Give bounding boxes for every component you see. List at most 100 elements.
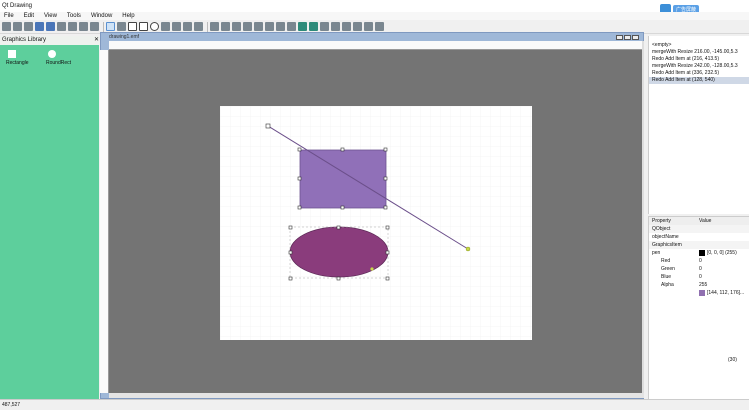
roundrect-shape-icon	[48, 50, 56, 58]
close-icon[interactable]	[632, 35, 639, 40]
property-key	[649, 289, 699, 297]
rectangle-shape[interactable]	[299, 149, 387, 209]
minimize-icon[interactable]	[616, 35, 623, 40]
same-width-icon[interactable]	[276, 22, 285, 31]
horizontal-space-icon[interactable]	[342, 22, 351, 31]
property-value[interactable]: [144, 112, 176]...	[699, 289, 749, 297]
property-panel: Property Value QObject objectName Graphi…	[648, 216, 749, 399]
brush-color-text: [144, 112, 176]...	[707, 290, 745, 296]
undo-item[interactable]: Redo Add Item at (216, 413.5)	[649, 56, 749, 63]
property-row[interactable]: objectName	[649, 233, 749, 241]
property-row[interactable]: pen [0, 0, 0] (255)	[649, 249, 749, 257]
ungroup-icon[interactable]	[309, 22, 318, 31]
undo-icon[interactable]	[35, 22, 44, 31]
undo-history-panel: <empty> mergeWith Resize 216.00, -145.00…	[648, 36, 749, 214]
property-row[interactable]: Green 0	[649, 265, 749, 273]
property-value[interactable]: 0	[699, 273, 749, 281]
ellipse-tool-icon[interactable]	[150, 22, 159, 31]
property-group-row: QObject	[649, 225, 749, 233]
page-indicator[interactable]: (30)	[728, 357, 737, 363]
property-value[interactable]: [0, 0, 0] (255)	[699, 249, 749, 257]
menu-edit[interactable]: Edit	[24, 13, 34, 19]
cut-icon[interactable]	[57, 22, 66, 31]
property-column-header: Property	[652, 218, 671, 224]
menu-view[interactable]: View	[44, 13, 57, 19]
horizontal-scrollbar[interactable]	[109, 393, 644, 398]
save-icon[interactable]	[24, 22, 33, 31]
ellipse-rotate-handle[interactable]	[370, 267, 374, 271]
menu-file[interactable]: File	[4, 13, 14, 19]
property-value[interactable]: 255	[699, 281, 749, 289]
status-coordinates: 487,527	[2, 402, 21, 408]
property-row[interactable]: Blue 0	[649, 273, 749, 281]
align-right-icon[interactable]	[232, 22, 241, 31]
zoom-in-icon[interactable]	[68, 22, 77, 31]
menu-help[interactable]: Help	[122, 13, 134, 19]
align-center-icon[interactable]	[221, 22, 230, 31]
rectangle-shape-icon	[8, 50, 16, 58]
property-key: QObject	[652, 226, 671, 232]
library-item-label: Rectangle	[6, 60, 29, 66]
roundrect-tool-icon[interactable]	[139, 22, 148, 31]
value-column-header: Value	[699, 218, 712, 224]
property-row[interactable]: Red 0	[649, 257, 749, 265]
align-bottom-icon[interactable]	[265, 22, 274, 31]
property-key: Alpha	[661, 282, 674, 288]
rotate-tool-icon[interactable]	[194, 22, 203, 31]
redo-icon[interactable]	[46, 22, 55, 31]
menu-tools[interactable]: Tools	[67, 13, 81, 19]
polyline-tool-icon[interactable]	[172, 22, 181, 31]
rectangle-tool-icon[interactable]	[128, 22, 137, 31]
brush-color-swatch	[699, 290, 705, 296]
pen-color-text: [0, 0, 0] (255)	[707, 250, 737, 256]
properties-icon[interactable]	[375, 22, 384, 31]
undo-item[interactable]: mergeWith Resize 242.00, -128.00,5.3	[649, 63, 749, 70]
polygon-tool-icon[interactable]	[161, 22, 170, 31]
line-end-handle[interactable]	[465, 246, 471, 252]
flip-icon[interactable]	[364, 22, 373, 31]
library-item-rectangle[interactable]: Rectangle	[6, 50, 46, 66]
line-start-handle[interactable]	[265, 123, 271, 129]
group-icon[interactable]	[298, 22, 307, 31]
vertical-ruler	[100, 50, 109, 393]
undo-item[interactable]: <empty>	[649, 42, 749, 49]
horizontal-ruler	[109, 41, 642, 50]
vertical-scrollbar[interactable]	[642, 41, 644, 393]
undo-item-selected[interactable]: Redo Add Item at (128, 540)	[649, 77, 749, 84]
menu-window[interactable]: Window	[91, 13, 112, 19]
property-value[interactable]: 0	[699, 257, 749, 265]
library-item-roundrect[interactable]: RoundRect	[46, 50, 86, 66]
panel-close-icon[interactable]: ✕	[94, 36, 99, 45]
property-value[interactable]	[699, 233, 749, 241]
drawing-page[interactable]	[220, 106, 532, 340]
open-icon[interactable]	[13, 22, 22, 31]
document-window-buttons	[615, 35, 639, 40]
property-row[interactable]: [144, 112, 176]...	[649, 289, 749, 297]
send-back-icon[interactable]	[331, 22, 340, 31]
line-tool-icon[interactable]	[117, 22, 126, 31]
align-middle-icon[interactable]	[254, 22, 263, 31]
select-tool-icon[interactable]	[106, 22, 115, 31]
zoom-out-icon[interactable]	[79, 22, 88, 31]
property-key: Blue	[661, 274, 672, 280]
page-grid	[220, 106, 532, 340]
app-window: Qt Drawing 广告屏蔽 File Edit View Tools Win…	[0, 0, 749, 409]
property-key: Green	[661, 266, 675, 272]
property-value	[699, 225, 749, 233]
new-icon[interactable]	[2, 22, 11, 31]
graphics-library-header: Graphics Library ✕	[0, 36, 99, 45]
zoom-fit-icon[interactable]	[90, 22, 99, 31]
same-height-icon[interactable]	[287, 22, 296, 31]
property-row[interactable]: Alpha 255	[649, 281, 749, 289]
bring-front-icon[interactable]	[320, 22, 329, 31]
vertical-space-icon[interactable]	[353, 22, 362, 31]
text-tool-icon[interactable]	[183, 22, 192, 31]
graphics-library-title: Graphics Library	[2, 37, 47, 43]
maximize-icon[interactable]	[624, 35, 631, 40]
property-value[interactable]: 0	[699, 265, 749, 273]
undo-item[interactable]: mergeWith Resize 216.00, -145.00,5.3	[649, 49, 749, 56]
align-left-icon[interactable]	[210, 22, 219, 31]
drawing-svg	[220, 106, 532, 340]
undo-item[interactable]: Redo Add Item at (336, 232.5)	[649, 70, 749, 77]
align-top-icon[interactable]	[243, 22, 252, 31]
